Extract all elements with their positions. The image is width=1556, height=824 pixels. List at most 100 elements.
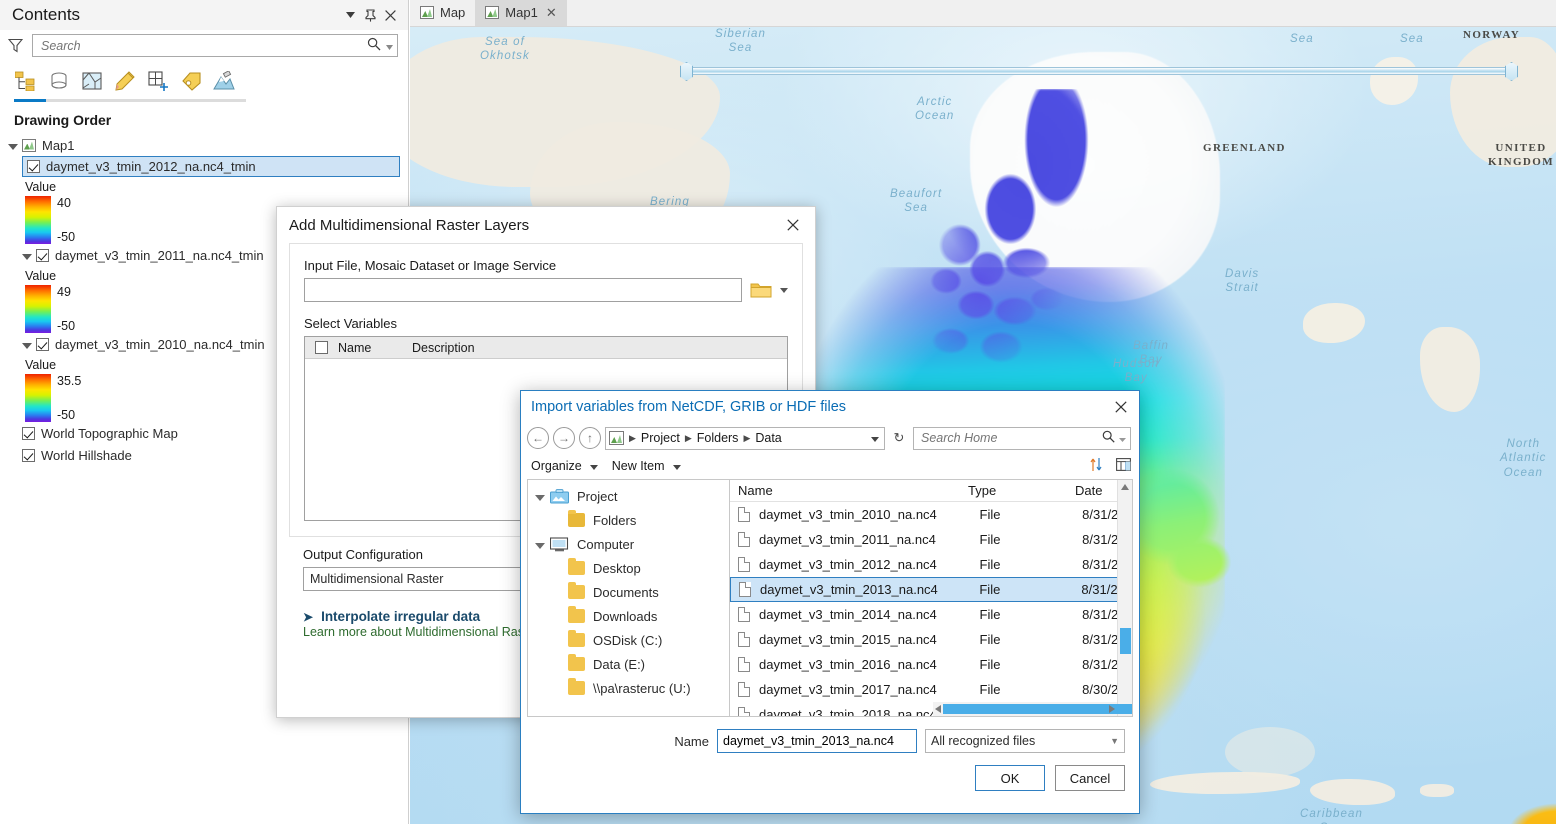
nav-tree-item[interactable]: OSDisk (C:)	[528, 628, 729, 652]
folder-icon	[568, 609, 585, 623]
nav-tree-item[interactable]: Downloads	[528, 604, 729, 628]
nav-tree-item[interactable]: Desktop	[528, 556, 729, 580]
chevron-down-icon[interactable]	[780, 288, 788, 293]
expand-arrow-icon[interactable]	[535, 543, 545, 549]
file-row[interactable]: daymet_v3_tmin_2011_na.nc4File8/31/2	[730, 527, 1132, 552]
search-options-caret-icon[interactable]	[386, 38, 393, 53]
file-list-horizontal-scrollbar[interactable]	[933, 702, 1117, 716]
tab-map1[interactable]: Map1 ✕	[475, 0, 566, 26]
chevron-down-icon[interactable]	[673, 459, 681, 473]
column-header-name[interactable]: Name	[738, 483, 968, 498]
expand-arrow-icon[interactable]	[535, 495, 545, 501]
nav-tree-item[interactable]: Folders	[528, 508, 729, 532]
close-icon[interactable]	[380, 5, 400, 25]
chevron-down-icon[interactable]	[871, 431, 879, 445]
scroll-right-icon[interactable]	[1109, 705, 1115, 713]
column-header-type[interactable]: Type	[968, 483, 1075, 498]
layer-visibility-checkbox[interactable]	[36, 338, 49, 351]
search-box[interactable]	[32, 34, 398, 57]
sort-icon[interactable]	[1090, 457, 1102, 475]
nav-tree-item[interactable]: \\pa\rasteruc (U:)	[528, 676, 729, 700]
time-slider-track[interactable]	[690, 67, 1508, 75]
search-home-box[interactable]	[913, 427, 1131, 450]
layer-visibility-checkbox[interactable]	[22, 427, 35, 440]
column-header-description[interactable]: Description	[412, 341, 475, 355]
cancel-button[interactable]: Cancel	[1055, 765, 1125, 791]
forward-icon[interactable]: →	[553, 427, 575, 449]
organize-button[interactable]: Organize	[531, 459, 582, 473]
nav-tree-item[interactable]: Documents	[528, 580, 729, 604]
file-list-vertical-scrollbar[interactable]	[1117, 480, 1132, 716]
ok-button[interactable]: OK	[975, 765, 1045, 791]
file-row[interactable]: daymet_v3_tmin_2016_na.nc4File8/31/2	[730, 652, 1132, 677]
file-row[interactable]: daymet_v3_tmin_2015_na.nc4File8/31/2	[730, 627, 1132, 652]
navigation-tree[interactable]: ProjectFoldersComputer Desktop DocumentsDo…	[527, 479, 730, 717]
refresh-icon[interactable]: ↻	[889, 428, 909, 448]
search-options-caret-icon[interactable]	[1119, 431, 1126, 445]
breadcrumb-segment-folders[interactable]: Folders	[697, 431, 739, 445]
view-details-icon[interactable]	[1116, 458, 1131, 474]
file-row[interactable]: daymet_v3_tmin_2014_na.nc4File8/31/2	[730, 602, 1132, 627]
scroll-up-icon[interactable]	[1121, 484, 1129, 490]
chevron-down-icon[interactable]	[590, 459, 598, 473]
expand-arrow-icon[interactable]	[22, 254, 32, 260]
chevron-down-icon[interactable]	[340, 5, 360, 25]
layer-visibility-checkbox[interactable]	[36, 249, 49, 262]
column-header-name[interactable]: Name	[338, 341, 412, 355]
file-row[interactable]: daymet_v3_tmin_2013_na.nc4File8/31/2	[730, 577, 1132, 602]
back-icon[interactable]: ←	[527, 427, 549, 449]
time-slider-handle-start[interactable]	[680, 62, 693, 81]
tree-node-map[interactable]: Map1	[0, 134, 408, 156]
nav-tree-item[interactable]: Data (E:)	[528, 652, 729, 676]
search-home-input[interactable]	[921, 431, 1102, 445]
search-icon[interactable]	[367, 37, 381, 54]
layer-visibility-checkbox[interactable]	[22, 449, 35, 462]
contents-panel-header: Contents	[0, 0, 408, 30]
filter-icon[interactable]	[4, 35, 26, 57]
expand-arrow-icon[interactable]	[22, 343, 32, 349]
input-file-field[interactable]	[304, 278, 742, 302]
scrollbar-thumb[interactable]	[943, 704, 1133, 714]
learn-more-link[interactable]: Learn more about Multidimensional Rast	[303, 625, 527, 639]
list-by-elevation-icon[interactable]	[212, 69, 236, 93]
close-icon[interactable]	[1109, 395, 1133, 419]
file-list[interactable]: Name Type Date daymet_v3_tmin_2010_na.nc…	[730, 479, 1133, 717]
search-input[interactable]	[41, 39, 367, 53]
list-by-labeling-icon[interactable]	[179, 69, 203, 93]
list-by-data-source-icon[interactable]	[47, 69, 71, 93]
search-icon[interactable]	[1102, 430, 1115, 446]
chevron-down-icon: ▼	[1110, 736, 1119, 746]
layer-row[interactable]: daymet_v3_tmin_2012_na.nc4_tmin	[22, 156, 400, 177]
file-row[interactable]: daymet_v3_tmin_2017_na.nc4File8/30/2	[730, 677, 1132, 702]
expand-arrow-icon[interactable]	[8, 144, 18, 150]
file-row[interactable]: daymet_v3_tmin_2010_na.nc4File8/31/2	[730, 502, 1132, 527]
time-slider-handle-end[interactable]	[1505, 62, 1518, 81]
up-icon[interactable]: ↑	[579, 427, 601, 449]
close-icon[interactable]	[781, 213, 805, 237]
file-name-input[interactable]	[717, 729, 917, 753]
file-type-filter-select[interactable]: All recognized files ▼	[925, 729, 1125, 753]
pin-icon[interactable]	[360, 5, 380, 25]
breadcrumb[interactable]: ▶ Project ▶ Folders ▶ Data	[605, 427, 885, 450]
tab-map[interactable]: Map	[410, 0, 475, 26]
breadcrumb-segment-project[interactable]: Project	[641, 431, 680, 445]
nav-tree-item[interactable]: Computer	[528, 532, 729, 556]
new-item-button[interactable]: New Item	[612, 459, 665, 473]
list-by-editing-icon[interactable]	[113, 69, 137, 93]
file-icon	[738, 707, 750, 717]
breadcrumb-segment-data[interactable]: Data	[755, 431, 781, 445]
scroll-left-icon[interactable]	[935, 705, 941, 713]
list-by-snapping-icon[interactable]	[146, 69, 170, 93]
nav-tree-item[interactable]: Project	[528, 484, 729, 508]
file-row[interactable]: daymet_v3_tmin_2012_na.nc4File8/31/2	[730, 552, 1132, 577]
folder-icon[interactable]	[750, 281, 772, 299]
time-slider[interactable]	[680, 62, 1518, 80]
nav-tree-label: Desktop	[593, 561, 641, 576]
select-all-checkbox[interactable]	[315, 341, 328, 354]
layer-visibility-checkbox[interactable]	[27, 160, 40, 173]
list-by-selection-icon[interactable]	[80, 69, 104, 93]
scrollbar-thumb[interactable]	[1120, 628, 1131, 654]
close-icon[interactable]: ✕	[544, 6, 557, 19]
list-by-drawing-order-icon[interactable]	[14, 69, 38, 93]
legend-max-value: 40	[57, 196, 75, 210]
